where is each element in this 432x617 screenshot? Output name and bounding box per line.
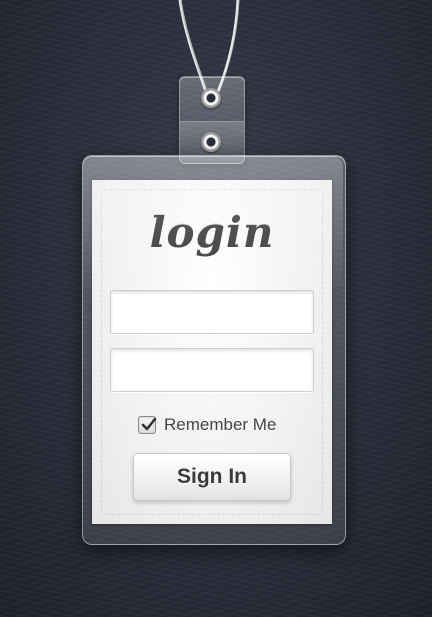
username-field[interactable] [110,290,314,334]
grommet-top-icon [201,88,221,108]
sign-in-button[interactable]: Sign In [133,453,291,501]
remember-me-toggle[interactable]: Remember Me [138,414,276,436]
checkmark-icon [141,417,157,431]
page-title: login [149,208,275,257]
remember-me-label: Remember Me [164,415,277,434]
grommet-bottom-icon [201,132,221,152]
password-field[interactable] [110,348,314,392]
remember-me-checkbox[interactable] [138,416,157,434]
